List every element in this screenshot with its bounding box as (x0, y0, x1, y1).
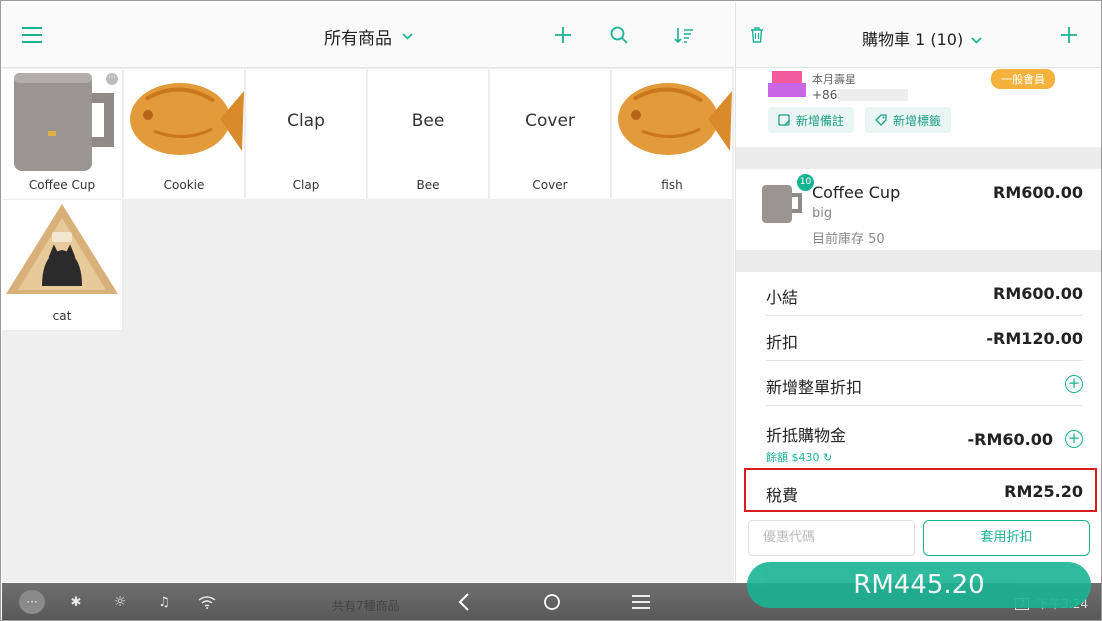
product-name: Coffee Cup (28, 178, 96, 192)
cart-item-variant: big (812, 206, 833, 221)
birthday-cake-icon (768, 71, 806, 97)
discount-value: -RM120.00 (986, 329, 1083, 348)
add-order-discount-label: 新增整單折扣 (766, 378, 863, 397)
cart-topbar: 購物車 1 (10) (736, 2, 1101, 68)
member-section[interactable]: 本月壽星 +86 一般會員 新增備註 新增標籤 (736, 69, 1101, 147)
category-selector[interactable]: 所有商品 (324, 24, 413, 49)
cart-item-name: Coffee Cup (812, 183, 901, 202)
member-name: 本月壽星 (812, 73, 856, 86)
sort-icon[interactable] (672, 24, 696, 46)
store-credit-value: -RM60.00 (967, 430, 1054, 449)
product-tile-cookie[interactable]: Cookie (124, 69, 245, 200)
cat-house-image (6, 204, 118, 294)
add-tag-button[interactable]: 新增標籤 (865, 107, 952, 133)
phone-redacted (838, 89, 908, 101)
product-tile-cat[interactable]: cat (2, 200, 123, 331)
divider (736, 147, 1101, 169)
product-tile-coffee-cup[interactable]: ··· Coffee Cup (2, 69, 123, 200)
add-product-icon[interactable] (552, 24, 574, 46)
discount-label: 折扣 (766, 333, 799, 352)
product-panel: 所有商品 ··· Coffee Cup Cookie Clap Clap Bee… (2, 2, 734, 582)
discount-row[interactable]: 折扣 -RM120.00 (766, 317, 1083, 361)
back-icon[interactable] (452, 583, 476, 620)
trash-icon[interactable] (748, 26, 766, 44)
product-tile-clap[interactable]: Clap Clap (246, 69, 367, 200)
product-placeholder-text: Cover (525, 111, 575, 131)
add-cart-icon[interactable] (1058, 24, 1080, 46)
subtotal-value: RM600.00 (993, 284, 1083, 303)
product-tile-bee[interactable]: Bee Bee (368, 69, 489, 200)
product-tile-fish[interactable]: fish (612, 69, 733, 200)
product-tile-cover[interactable]: Cover Cover (490, 69, 611, 200)
product-name: Bee (416, 178, 440, 192)
home-icon[interactable] (540, 583, 564, 620)
more-options-icon[interactable]: ··· (106, 73, 118, 85)
tax-highlight-box (744, 468, 1097, 512)
taiyaki-image (130, 83, 244, 155)
cart-item-stock: 目前庫存 50 (812, 232, 885, 247)
add-note-button[interactable]: 新增備註 (768, 107, 855, 133)
apply-discount-button[interactable]: 套用折扣 (923, 520, 1090, 556)
cart-selector[interactable]: 購物車 1 (10) (862, 26, 982, 50)
store-credit-label: 折抵購物金 (766, 426, 847, 445)
brightness-icon[interactable]: ☼ (110, 583, 130, 620)
add-note-label: 新增備註 (796, 113, 845, 128)
refresh-icon[interactable]: ↻ (823, 451, 832, 464)
product-name: cat (52, 309, 72, 323)
chevron-down-icon (402, 29, 413, 44)
subtotal-row: 小結 RM600.00 (766, 272, 1083, 316)
product-name: fish (661, 178, 683, 192)
menu-icon[interactable] (20, 24, 44, 46)
mug-image (14, 73, 114, 171)
member-phone: +86 (812, 88, 838, 102)
add-circle-icon[interactable]: + (1065, 430, 1083, 448)
product-topbar: 所有商品 (2, 2, 734, 68)
bluetooth-icon[interactable]: ✱ (66, 583, 86, 620)
add-order-discount-row[interactable]: 新增整單折扣 + (766, 362, 1083, 406)
checkout-button[interactable]: RM445.20 (747, 562, 1091, 608)
recent-apps-icon[interactable] (629, 583, 653, 620)
promo-code-input[interactable]: 優惠代碼 (748, 520, 915, 556)
cart-title: 購物車 1 (10) (862, 30, 964, 49)
category-title: 所有商品 (324, 29, 392, 49)
note-icon (778, 114, 790, 126)
wifi-icon[interactable] (196, 583, 218, 620)
store-credit-row[interactable]: 折抵購物金 餘額 $430 ↻ -RM60.00 + (766, 407, 1083, 467)
divider (736, 250, 1101, 272)
search-icon[interactable] (608, 24, 630, 46)
add-tag-label: 新增標籤 (893, 113, 942, 128)
taiyaki-image (618, 83, 732, 155)
subtotal-label: 小結 (766, 288, 799, 307)
credit-balance: 餘額 $430 ↻ (766, 451, 833, 464)
product-count: 共有7種商品 (332, 599, 400, 613)
tag-icon (875, 114, 887, 126)
cart-item-row[interactable]: 10 Coffee Cup big 目前庫存 50 RM600.00 (736, 169, 1101, 250)
more-dots-icon[interactable]: ··· (19, 590, 45, 614)
chevron-down-icon (971, 29, 982, 48)
product-name: Cover (532, 178, 568, 192)
add-circle-icon[interactable]: + (1065, 375, 1083, 393)
product-placeholder-text: Bee (411, 111, 445, 131)
mute-icon[interactable]: ♫ (154, 583, 174, 620)
product-name: Clap (292, 178, 320, 192)
cart-item-price: RM600.00 (993, 183, 1083, 202)
app-frame: 所有商品 ··· Coffee Cup Cookie Clap Clap Bee… (0, 0, 1102, 621)
member-tier-badge: 一般會員 (991, 69, 1055, 89)
product-name: Cookie (163, 178, 205, 192)
product-placeholder-text: Clap (287, 111, 325, 131)
cart-panel: 購物車 1 (10) 本月壽星 +86 一般會員 新增備註 新增標籤 10 Co… (735, 2, 1101, 582)
